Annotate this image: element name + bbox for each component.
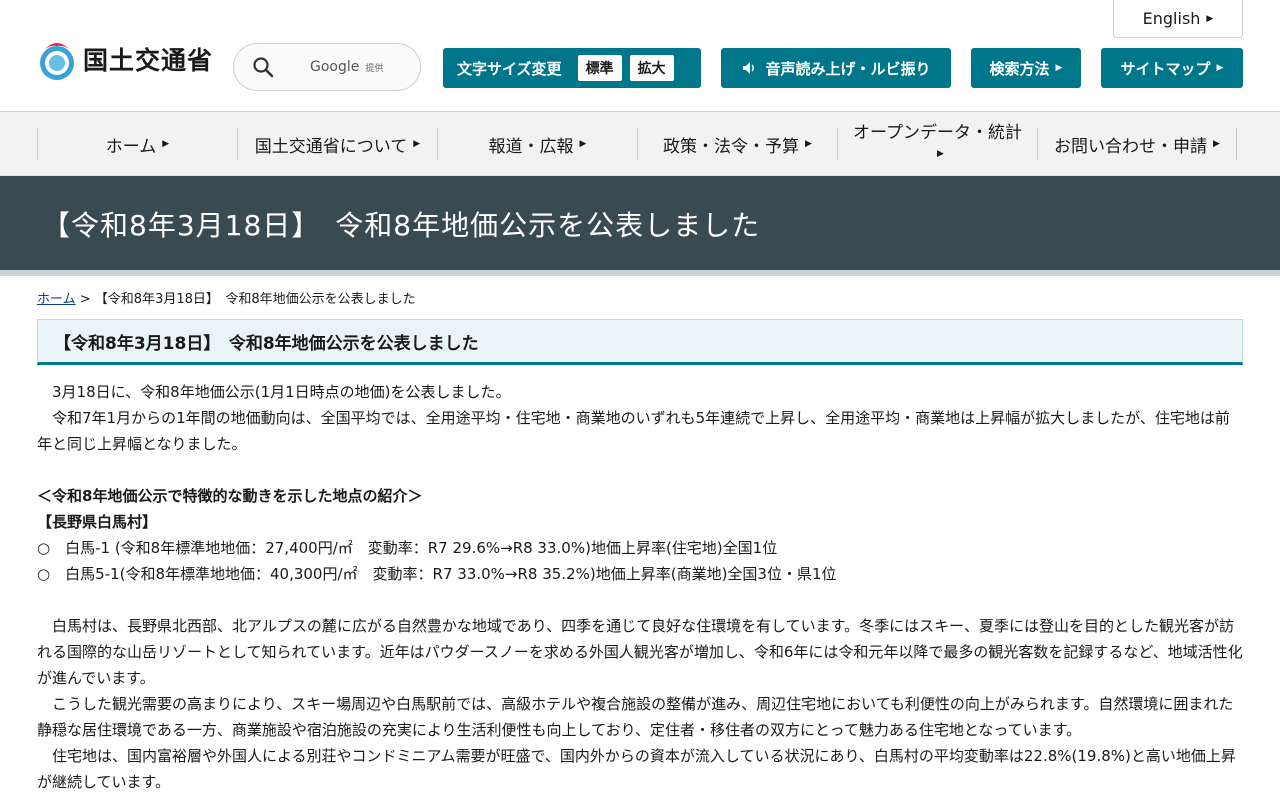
font-size-large-button[interactable]: 拡大 (629, 55, 674, 81)
triangle-right-icon: ▶ (579, 139, 587, 149)
article-body: 3月18日に、令和8年地価公示(1月1日時点の地価)を公表しました。 令和7年1… (37, 379, 1243, 795)
triangle-right-icon: ▶ (805, 139, 812, 149)
speaker-icon (743, 62, 755, 74)
breadcrumb-separator: > (75, 292, 95, 307)
google-label: Google (310, 59, 360, 75)
nav-item-label: 政策・法令・予算 (663, 136, 800, 157)
speech-ruby-button[interactable]: 音声読み上げ・ルビ振り (721, 48, 951, 88)
nav-item-label: ホーム (105, 136, 157, 157)
nav-item-label: 報道・広報 (488, 136, 574, 157)
triangle-right-icon: ▶ (1206, 13, 1214, 24)
global-nav: ホーム ▶ 国土交通省について ▶ 報道・広報 ▶ 政策・法令・予算 ▶ オープ… (0, 112, 1280, 176)
search-method-label: 検索方法 (989, 59, 1050, 78)
english-label: English (1142, 9, 1201, 28)
speech-ruby-label: 音声読み上げ・ルビ振り (765, 59, 931, 78)
nav-item-label: お問い合わせ・申請 (1054, 136, 1208, 157)
page-title: 【令和8年3月18日】 令和8年地価公示を公表しました (42, 209, 761, 242)
list-item: ○ 白馬-1 (令和8年標準地地価：27,400円/㎡ 変動率：R7 29.6%… (37, 539, 778, 557)
google-provided-label: 提供 (365, 63, 384, 74)
nav-item-label: 国土交通省について (254, 136, 408, 157)
triangle-right-icon: ▶ (413, 139, 421, 149)
sitemap-label: サイトマップ (1120, 59, 1211, 78)
trend-paragraph: 令和7年1月からの1年間の地価動向は、全国平均では、全用途平均・住宅地・商業地の… (37, 409, 1230, 453)
description-paragraph: こうした観光需要の高まりにより、スキー場周辺や白馬駅前では、高級ホテルや複合施設… (37, 695, 1234, 739)
mlit-logo[interactable]: 国土交通省 (37, 37, 213, 81)
mlit-logo-icon (40, 43, 74, 80)
list-item: ○ 白馬5-1(令和8年標準地地価：40,300円/㎡ 変動率：R7 33.0%… (37, 565, 837, 583)
nav-item-home[interactable]: ホーム ▶ (37, 128, 237, 160)
nav-item-press[interactable]: 報道・広報 ▶ (437, 128, 637, 160)
intro-paragraph: 3月18日に、令和8年地価公示(1月1日時点の地価)を公表しました。 (52, 383, 511, 401)
triangle-right-icon: ▶ (1216, 63, 1224, 73)
english-button[interactable]: English ▶ (1113, 0, 1243, 38)
breadcrumb-current: 【令和8年3月18日】 令和8年地価公示を公表しました (94, 292, 416, 307)
sitemap-button[interactable]: サイトマップ ▶ (1101, 48, 1243, 88)
nav-item-contact[interactable]: お問い合わせ・申請 ▶ (1037, 128, 1237, 160)
breadcrumb-home-link[interactable]: ホーム (37, 292, 76, 307)
font-size-control: 文字サイズ変更 標準 拡大 (443, 48, 701, 88)
triangle-right-icon: ▶ (162, 139, 170, 149)
triangle-right-icon: ▶ (937, 149, 944, 159)
font-size-label: 文字サイズ変更 (457, 59, 562, 78)
site-header: 国土交通省 Google 提供 English ▶ 文字サイズ変更 標準 拡大 … (0, 0, 1280, 112)
description-paragraph: 白馬村は、長野県北西部、北アルプスの麓に広がる自然豊かな地域であり、四季を通じて… (37, 617, 1243, 687)
page-banner: 【令和8年3月18日】 令和8年地価公示を公表しました (0, 176, 1280, 270)
logo-text: 国土交通省 (83, 46, 214, 75)
nav-item-open-data[interactable]: オープンデータ・統計 ▶ (837, 123, 1037, 160)
font-size-standard-button[interactable]: 標準 (577, 55, 622, 81)
search-icon[interactable] (252, 56, 274, 78)
triangle-right-icon: ▶ (1213, 139, 1220, 149)
region-title: 【長野県白馬村】 (37, 513, 158, 531)
breadcrumb: ホーム > 【令和8年3月18日】 令和8年地価公示を公表しました (37, 288, 1243, 307)
nav-item-about[interactable]: 国土交通省について ▶ (237, 128, 437, 160)
description-paragraph: 住宅地は、国内富裕層や外国人による別荘やコンドミニアム需要が旺盛で、国内外からの… (37, 747, 1236, 791)
banner-divider (0, 270, 1280, 276)
search-method-button[interactable]: 検索方法 ▶ (971, 48, 1081, 88)
section-title: ＜令和8年地価公示で特徴的な動きを示した地点の紹介＞ (37, 487, 423, 505)
search-input[interactable]: Google 提供 (233, 43, 421, 91)
nav-item-label: オープンデータ・統計 (853, 123, 1022, 143)
triangle-right-icon: ▶ (1055, 63, 1063, 73)
nav-item-policy[interactable]: 政策・法令・予算 ▶ (637, 128, 837, 160)
content-heading: 【令和8年3月18日】 令和8年地価公示を公表しました (37, 319, 1243, 365)
